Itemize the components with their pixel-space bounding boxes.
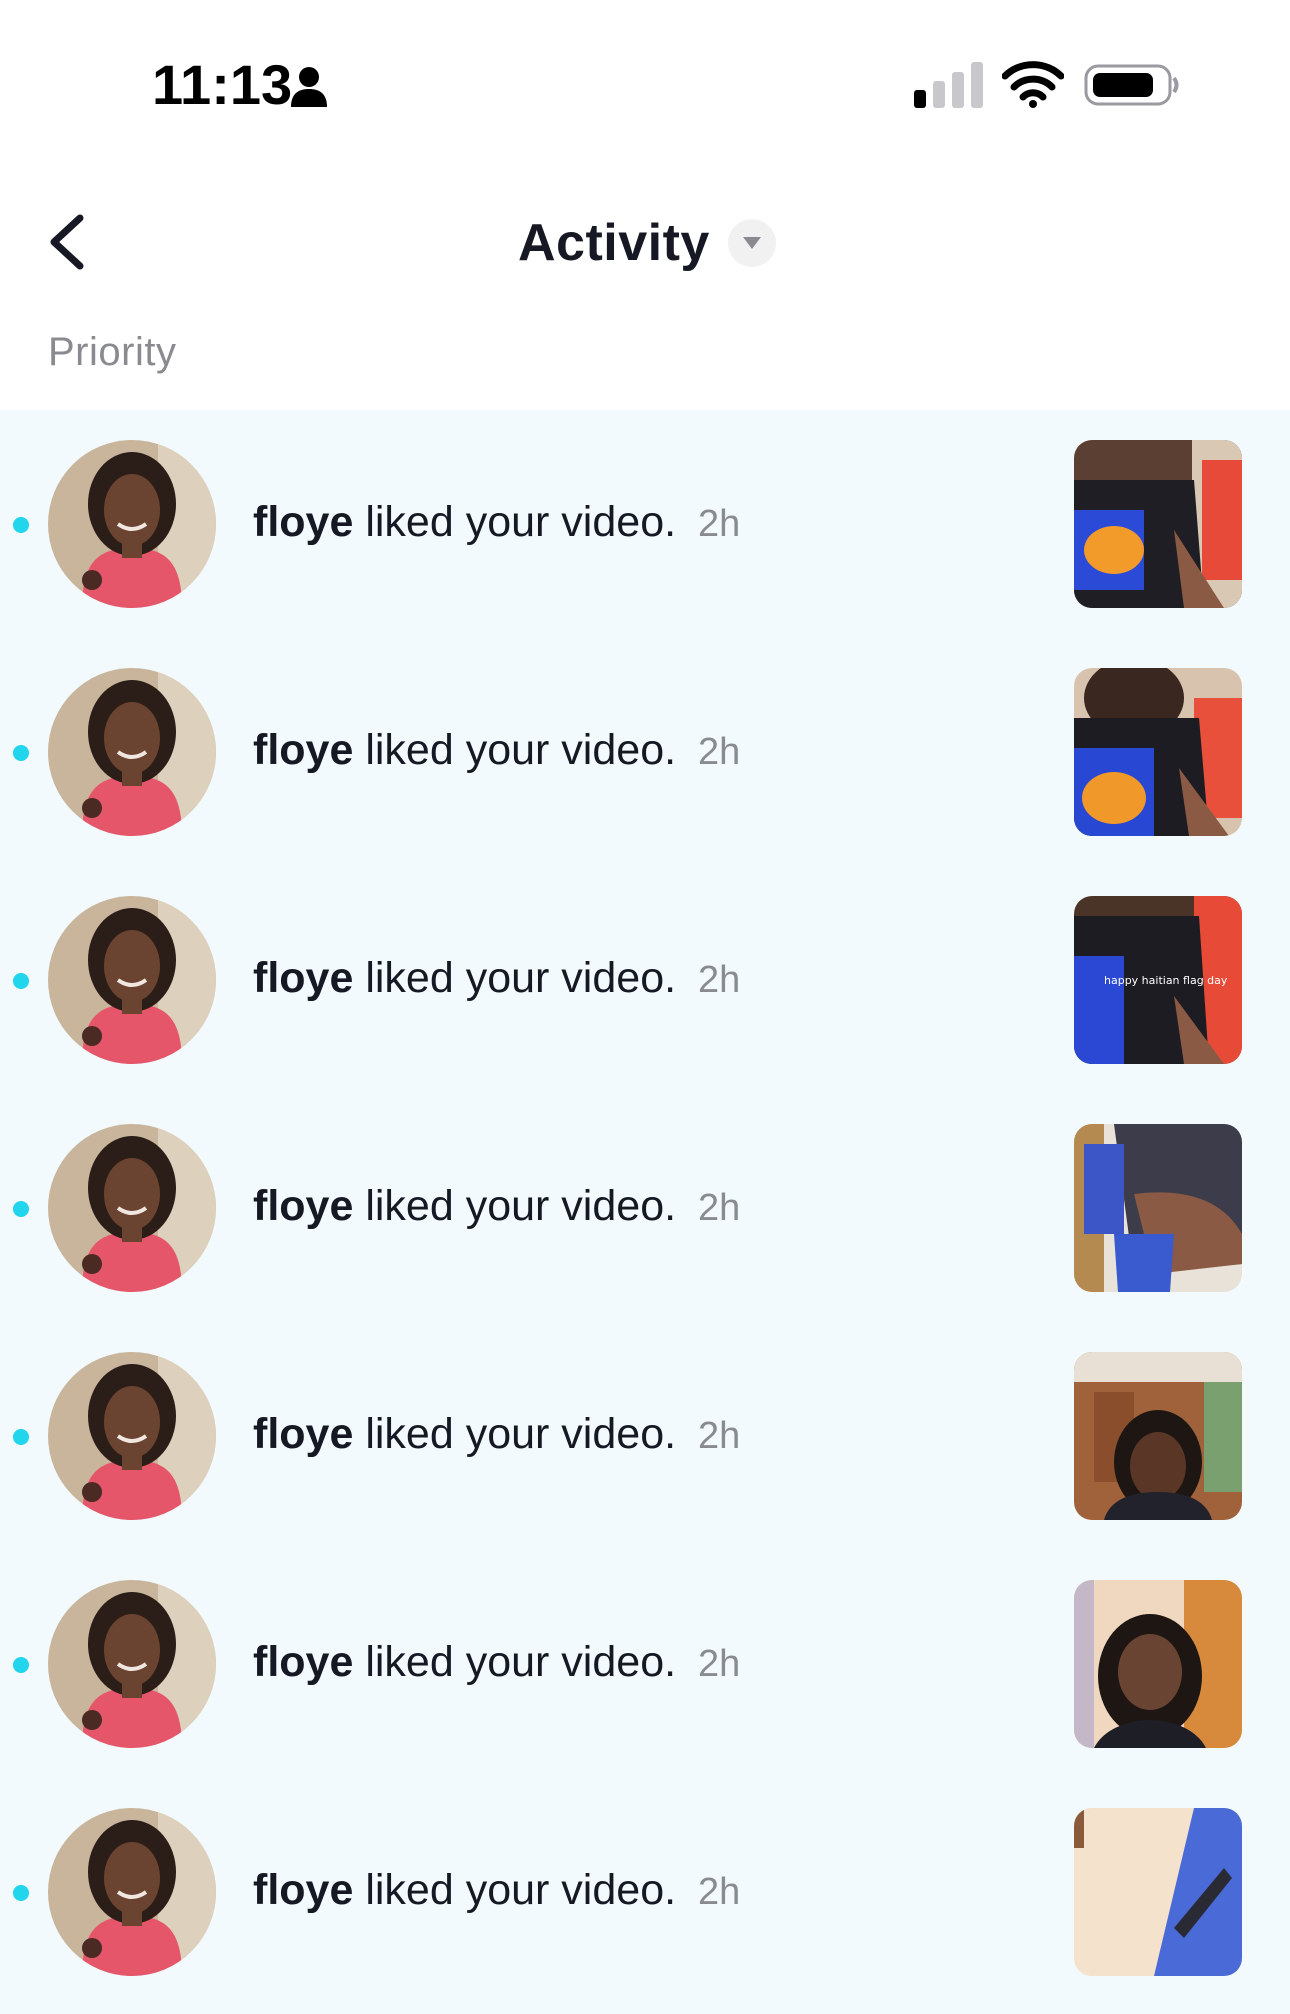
avatar[interactable] <box>48 1808 216 1976</box>
unread-dot <box>13 745 29 761</box>
unread-dot <box>13 517 29 533</box>
chevron-left-icon <box>50 214 84 270</box>
section-label-priority: Priority <box>48 330 177 374</box>
video-thumbnail[interactable] <box>1074 440 1242 608</box>
activity-username[interactable]: floye <box>253 1638 353 1686</box>
activity-username[interactable]: floye <box>253 498 353 546</box>
page-title: Activity <box>518 214 710 272</box>
activity-time: 2h <box>698 731 741 773</box>
battery-icon <box>1084 64 1179 106</box>
video-thumbnail[interactable] <box>1074 1808 1242 1976</box>
avatar[interactable] <box>48 668 216 836</box>
avatar[interactable] <box>48 896 216 1064</box>
activity-text: floye liked your video. 2h <box>253 726 740 775</box>
activity-username[interactable]: floye <box>253 726 353 774</box>
video-thumbnail[interactable] <box>1074 1580 1242 1748</box>
activity-row[interactable]: floye liked your video. 2h happy haitian… <box>0 866 1290 1094</box>
activity-row[interactable]: floye liked your video. 2h <box>0 1550 1290 1778</box>
activity-row[interactable]: floye liked your video. 2h <box>0 1094 1290 1322</box>
cellular-signal-icon <box>914 62 983 108</box>
activity-action: liked your video. <box>365 726 677 774</box>
activity-time: 2h <box>698 1415 741 1457</box>
activity-text: floye liked your video. 2h <box>253 1866 740 1915</box>
wifi-icon <box>1002 61 1064 108</box>
activity-username[interactable]: floye <box>253 1866 353 1914</box>
activity-action: liked your video. <box>365 1182 677 1230</box>
activity-username[interactable]: floye <box>253 1182 353 1230</box>
avatar[interactable] <box>48 1352 216 1520</box>
video-thumbnail[interactable]: happy haitian flag day <box>1074 896 1242 1064</box>
activity-row[interactable]: floye liked your video. 2h <box>0 1322 1290 1550</box>
avatar[interactable] <box>48 440 216 608</box>
activity-row[interactable]: floye liked your video. 2h <box>0 638 1290 866</box>
activity-username[interactable]: floye <box>253 954 353 1002</box>
activity-action: liked your video. <box>365 954 677 1002</box>
back-button[interactable] <box>40 210 100 274</box>
thumbnail-caption: happy haitian flag day <box>1104 974 1228 987</box>
video-thumbnail[interactable] <box>1074 668 1242 836</box>
activity-action: liked your video. <box>365 498 677 546</box>
caret-down-icon <box>727 219 776 267</box>
activity-time: 2h <box>698 1871 741 1913</box>
activity-text: floye liked your video. 2h <box>253 1638 740 1687</box>
unread-dot <box>13 1657 29 1673</box>
activity-action: liked your video. <box>365 1638 677 1686</box>
status-bar: 11:13 <box>0 0 1290 160</box>
activity-time: 2h <box>698 959 741 1001</box>
video-thumbnail[interactable] <box>1074 1124 1242 1292</box>
status-time: 11:13 <box>152 53 293 116</box>
avatar[interactable] <box>48 1124 216 1292</box>
activity-action: liked your video. <box>365 1866 677 1914</box>
activity-text: floye liked your video. 2h <box>253 1182 740 1231</box>
activity-text: floye liked your video. 2h <box>253 954 740 1003</box>
activity-action: liked your video. <box>365 1410 677 1458</box>
activity-list: floye liked your video. 2h floye liked y… <box>0 410 1290 2014</box>
person-icon <box>291 67 327 107</box>
activity-text: floye liked your video. 2h <box>253 498 740 547</box>
avatar[interactable] <box>48 1580 216 1748</box>
activity-time: 2h <box>698 1187 741 1229</box>
activity-username[interactable]: floye <box>253 1410 353 1458</box>
activity-row[interactable]: floye liked your video. 2h <box>0 1778 1290 2006</box>
activity-time: 2h <box>698 1643 741 1685</box>
unread-dot <box>13 1201 29 1217</box>
header: Activity <box>0 190 1290 294</box>
activity-time: 2h <box>698 503 741 545</box>
activity-text: floye liked your video. 2h <box>253 1410 740 1459</box>
unread-dot <box>13 1885 29 1901</box>
activity-filter-dropdown[interactable]: Activity <box>518 208 776 278</box>
unread-dot <box>13 1429 29 1445</box>
unread-dot <box>13 973 29 989</box>
video-thumbnail[interactable] <box>1074 1352 1242 1520</box>
activity-row[interactable]: floye liked your video. 2h <box>0 410 1290 638</box>
